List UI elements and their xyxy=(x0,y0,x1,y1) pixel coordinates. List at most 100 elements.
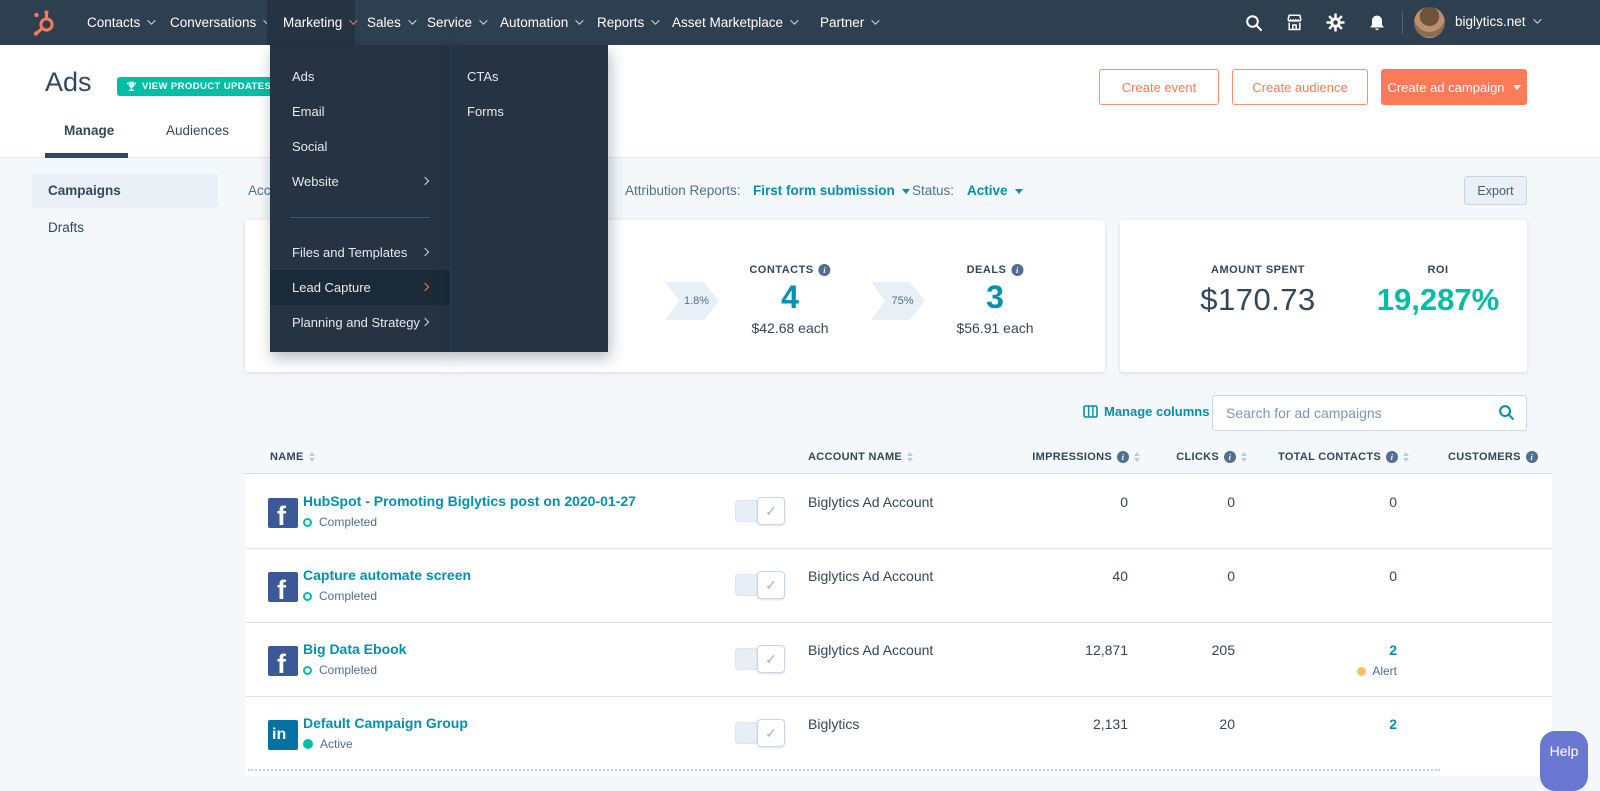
nav-partner[interactable]: Partner xyxy=(806,0,891,45)
columns-icon xyxy=(1083,405,1098,418)
nav-contacts[interactable]: Contacts xyxy=(73,0,167,45)
chevron-down-icon xyxy=(901,189,910,194)
table-row: in Default Campaign Group Active Biglyti… xyxy=(245,696,1552,770)
navbar-divider xyxy=(1402,11,1403,34)
create-audience-button[interactable]: Create audience xyxy=(1232,69,1368,105)
info-icon[interactable] xyxy=(818,264,831,276)
campaign-toggle[interactable] xyxy=(735,571,785,599)
account-menu[interactable]: biglytics.net xyxy=(1455,14,1542,29)
menu-item-ads[interactable]: Ads xyxy=(270,59,450,94)
funnel-step-rate-2: 75% xyxy=(871,282,925,320)
column-header-account-name[interactable]: ACCOUNT NAME xyxy=(808,451,914,463)
menu-item-planning-and-strategy[interactable]: Planning and Strategy xyxy=(270,305,450,340)
attribution-reports-select[interactable]: First form submission xyxy=(753,183,910,198)
funnel-step-rate-1: 1.8% xyxy=(665,282,719,320)
clicks-cell: 205 xyxy=(1211,642,1235,658)
menu-item-lead-capture[interactable]: Lead Capture xyxy=(270,270,450,305)
lead-capture-submenu: CTAs Forms xyxy=(450,45,608,352)
account-name-cell: Biglytics xyxy=(808,716,860,732)
campaign-link[interactable]: Capture automate screen xyxy=(303,567,471,583)
info-icon[interactable] xyxy=(1117,451,1129,463)
contacts-cost-each: $42.68 each xyxy=(751,320,829,336)
hubspot-logo-icon[interactable] xyxy=(30,9,57,36)
contacts-value[interactable]: 4 xyxy=(749,279,830,316)
campaign-toggle[interactable] xyxy=(735,645,785,673)
menu-item-social[interactable]: Social xyxy=(270,129,450,164)
sort-icon[interactable] xyxy=(1403,452,1409,462)
column-header-name[interactable]: NAME xyxy=(270,451,315,463)
chevron-down-icon xyxy=(1532,14,1542,24)
nav-automation[interactable]: Automation xyxy=(486,0,595,45)
nav-conversations[interactable]: Conversations xyxy=(156,0,283,45)
search-icon[interactable] xyxy=(1498,404,1515,426)
campaign-link[interactable]: HubSpot - Promoting Biglytics post on 20… xyxy=(303,493,636,509)
sort-icon[interactable] xyxy=(1241,452,1247,462)
facebook-icon: f xyxy=(268,572,298,602)
campaign-toggle[interactable] xyxy=(735,719,785,747)
chevron-right-icon xyxy=(420,317,430,327)
info-icon[interactable] xyxy=(1386,451,1398,463)
sidebar-item-drafts[interactable]: Drafts xyxy=(48,220,84,235)
impressions-cell: 2,131 xyxy=(1092,716,1128,732)
search-icon[interactable] xyxy=(1243,12,1264,33)
campaign-link[interactable]: Default Campaign Group xyxy=(303,715,468,731)
status-completed-icon xyxy=(303,665,312,675)
column-header-total-contacts[interactable]: TOTAL CONTACTS xyxy=(1260,451,1409,463)
submenu-item-ctas[interactable]: CTAs xyxy=(451,59,608,94)
status-completed-icon xyxy=(303,517,312,527)
total-contacts-link[interactable]: 2 xyxy=(1260,716,1397,732)
campaign-link[interactable]: Big Data Ebook xyxy=(303,641,406,657)
view-product-updates-badge[interactable]: VIEW PRODUCT UPDATES xyxy=(117,77,281,96)
info-icon[interactable] xyxy=(1224,451,1236,463)
notifications-bell-icon[interactable] xyxy=(1366,12,1387,33)
total-contacts-cell: 0 xyxy=(1389,494,1397,510)
check-icon xyxy=(757,645,785,673)
help-button[interactable]: Help xyxy=(1540,731,1588,791)
nav-asset-marketplace[interactable]: Asset Marketplace xyxy=(658,0,810,45)
column-header-clicks[interactable]: CLICKS xyxy=(1150,451,1247,463)
submenu-item-forms[interactable]: Forms xyxy=(451,94,608,129)
manage-columns-button[interactable]: Manage columns xyxy=(1083,404,1209,419)
campaign-toggle[interactable] xyxy=(735,497,785,525)
export-button[interactable]: Export xyxy=(1464,176,1527,205)
sort-icon[interactable] xyxy=(907,452,914,462)
column-header-impressions[interactable]: IMPRESSIONS xyxy=(990,451,1140,463)
tab-manage[interactable]: Manage xyxy=(64,123,114,138)
chevron-down-icon xyxy=(147,15,156,25)
facebook-icon: f xyxy=(268,646,298,676)
clicks-cell: 0 xyxy=(1227,494,1235,510)
deals-value[interactable]: 3 xyxy=(956,279,1033,316)
spend-roi-card: AMOUNT SPENT $170.73 ROI 19,287% xyxy=(1120,220,1527,372)
account-filter-label-partial: Acc xyxy=(248,183,271,198)
menu-item-website[interactable]: Website xyxy=(270,164,450,199)
user-avatar[interactable] xyxy=(1414,7,1445,38)
page-title: Ads xyxy=(45,67,92,97)
status-filter-select[interactable]: Active xyxy=(967,183,1023,198)
create-event-button[interactable]: Create event xyxy=(1099,69,1219,105)
row-divider xyxy=(245,696,1552,697)
sort-icon[interactable] xyxy=(308,452,315,462)
column-header-customers[interactable]: CUSTOMERS xyxy=(1448,451,1538,463)
marketplace-icon[interactable] xyxy=(1284,12,1305,33)
info-icon[interactable] xyxy=(1011,264,1024,276)
tab-audiences[interactable]: Audiences xyxy=(166,123,229,138)
impressions-cell: 0 xyxy=(1120,494,1128,510)
alert-badge[interactable]: Alert xyxy=(1260,664,1397,678)
menu-item-files-and-templates[interactable]: Files and Templates xyxy=(270,235,450,270)
search-input[interactable] xyxy=(1213,396,1493,430)
total-contacts-link[interactable]: 2 xyxy=(1260,642,1397,658)
status-filter-label: Status: xyxy=(912,183,955,198)
facebook-icon: f xyxy=(268,498,298,528)
info-icon[interactable] xyxy=(1525,451,1538,463)
roi-value: 19,287% xyxy=(1376,282,1500,317)
campaign-status: Completed xyxy=(303,515,377,529)
menu-item-email[interactable]: Email xyxy=(270,94,450,129)
horizontal-scrollbar[interactable] xyxy=(248,769,1440,771)
settings-gear-icon[interactable] xyxy=(1325,12,1346,33)
nav-marketing[interactable]: Marketing xyxy=(267,0,358,45)
campaign-status: Active xyxy=(303,737,353,751)
row-divider xyxy=(245,548,1552,549)
sidebar-item-campaigns[interactable]: Campaigns xyxy=(32,174,218,208)
sort-icon[interactable] xyxy=(1134,452,1140,462)
create-ad-campaign-button[interactable]: Create ad campaign xyxy=(1381,69,1527,105)
